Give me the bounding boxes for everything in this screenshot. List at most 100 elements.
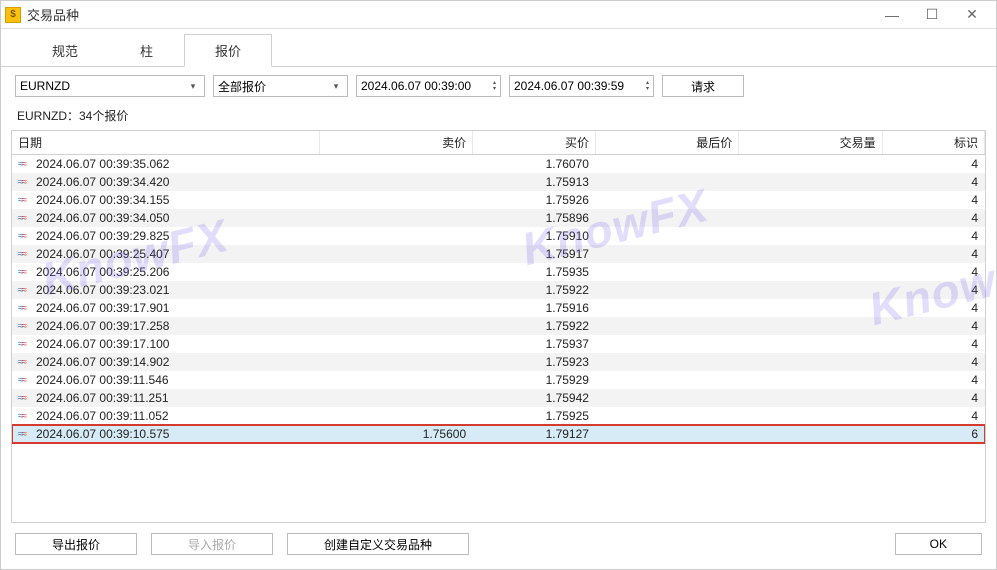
cell-vol: [739, 425, 882, 443]
table-row[interactable]: ≈≈2024.06.07 00:39:17.1001.759374: [12, 335, 985, 353]
datetime-to-input[interactable]: 2024.06.07 00:39:59 ▴▾: [509, 75, 654, 97]
cell-vol: [739, 353, 882, 371]
col-flag[interactable]: 标识: [882, 131, 984, 155]
cell-sell: [319, 299, 473, 317]
cell-vol: [739, 173, 882, 191]
col-volume[interactable]: 交易量: [739, 131, 882, 155]
cell-date: 2024.06.07 00:39:11.052: [36, 409, 169, 423]
cell-vol: [739, 299, 882, 317]
cell-flag: 4: [882, 389, 984, 407]
cell-sell: 1.75600: [319, 425, 473, 443]
cell-buy: 1.75913: [473, 173, 596, 191]
symbol-value: EURNZD: [20, 79, 70, 93]
datetime-from-value: 2024.06.07 00:39:00: [361, 79, 471, 93]
table-row[interactable]: ≈≈2024.06.07 00:39:25.2061.759354: [12, 263, 985, 281]
chevron-down-icon: ▾: [186, 81, 200, 92]
datetime-from-input[interactable]: 2024.06.07 00:39:00 ▴▾: [356, 75, 501, 97]
table-row[interactable]: ≈≈2024.06.07 00:39:14.9021.759234: [12, 353, 985, 371]
quote-icon: ≈≈: [18, 411, 32, 422]
quote-icon: ≈≈: [18, 375, 32, 386]
cell-date: 2024.06.07 00:39:34.155: [36, 193, 169, 207]
tab-bar[interactable]: 柱: [109, 34, 184, 67]
cell-vol: [739, 335, 882, 353]
table-row[interactable]: ≈≈2024.06.07 00:39:11.5461.759294: [12, 371, 985, 389]
quote-icon: ≈≈: [18, 321, 32, 332]
cell-buy: 1.75926: [473, 191, 596, 209]
cell-last: [595, 335, 738, 353]
cell-date: 2024.06.07 00:39:25.407: [36, 247, 169, 261]
quote-icon: ≈≈: [18, 429, 32, 440]
cell-buy: 1.75922: [473, 281, 596, 299]
table-row[interactable]: ≈≈2024.06.07 00:39:35.0621.760704: [12, 155, 985, 174]
cell-date: 2024.06.07 00:39:34.050: [36, 211, 169, 225]
cell-flag: 4: [882, 191, 984, 209]
cell-date: 2024.06.07 00:39:34.420: [36, 175, 169, 189]
cell-vol: [739, 317, 882, 335]
cell-sell: [319, 353, 473, 371]
cell-vol: [739, 209, 882, 227]
col-date[interactable]: 日期: [12, 131, 319, 155]
export-button[interactable]: 导出报价: [15, 533, 137, 555]
col-last[interactable]: 最后价: [595, 131, 738, 155]
cell-buy: 1.75896: [473, 209, 596, 227]
ok-button[interactable]: OK: [895, 533, 982, 555]
request-button[interactable]: 请求: [662, 75, 744, 97]
cell-vol: [739, 407, 882, 425]
table-row[interactable]: ≈≈2024.06.07 00:39:17.2581.759224: [12, 317, 985, 335]
cell-date: 2024.06.07 00:39:25.206: [36, 265, 169, 279]
quote-type-value: 全部报价: [218, 78, 266, 95]
create-custom-button[interactable]: 创建自定义交易品种: [287, 533, 469, 555]
cell-sell: [319, 155, 473, 174]
symbol-select[interactable]: EURNZD ▾: [15, 75, 205, 97]
cell-last: [595, 317, 738, 335]
tab-spec[interactable]: 规范: [21, 34, 109, 67]
table-row[interactable]: ≈≈2024.06.07 00:39:11.0521.759254: [12, 407, 985, 425]
cell-date: 2024.06.07 00:39:17.258: [36, 319, 169, 333]
cell-flag: 4: [882, 245, 984, 263]
cell-buy: 1.75923: [473, 353, 596, 371]
cell-flag: 4: [882, 155, 984, 174]
cell-vol: [739, 227, 882, 245]
table-row[interactable]: ≈≈2024.06.07 00:39:11.2511.759424: [12, 389, 985, 407]
table-row[interactable]: ≈≈2024.06.07 00:39:34.1551.759264: [12, 191, 985, 209]
cell-buy: 1.79127: [473, 425, 596, 443]
table-row[interactable]: ≈≈2024.06.07 00:39:34.0501.758964: [12, 209, 985, 227]
table-row[interactable]: ≈≈2024.06.07 00:39:29.8251.759104: [12, 227, 985, 245]
close-button[interactable]: ✕: [952, 3, 992, 27]
cell-buy: 1.75935: [473, 263, 596, 281]
cell-date: 2024.06.07 00:39:11.251: [36, 391, 169, 405]
minimize-button[interactable]: —: [872, 3, 912, 27]
cell-last: [595, 407, 738, 425]
maximize-button[interactable]: ☐: [912, 3, 952, 27]
table-row[interactable]: ≈≈2024.06.07 00:39:25.4071.759174: [12, 245, 985, 263]
table-row[interactable]: ≈≈2024.06.07 00:39:17.9011.759164: [12, 299, 985, 317]
cell-sell: [319, 227, 473, 245]
tab-quote[interactable]: 报价: [184, 34, 272, 67]
col-buy[interactable]: 买价: [473, 131, 596, 155]
cell-flag: 4: [882, 353, 984, 371]
app-icon: $: [5, 7, 21, 23]
import-button[interactable]: 导入报价: [151, 533, 273, 555]
cell-buy: 1.75922: [473, 317, 596, 335]
spinner-icon: ▴▾: [646, 80, 649, 92]
cell-flag: 4: [882, 335, 984, 353]
filter-bar: EURNZD ▾ 全部报价 ▾ 2024.06.07 00:39:00 ▴▾ 2…: [1, 67, 996, 105]
table-row[interactable]: ≈≈2024.06.07 00:39:10.5751.756001.791276: [12, 425, 985, 443]
quote-icon: ≈≈: [18, 267, 32, 278]
cell-buy: 1.75929: [473, 371, 596, 389]
table-row[interactable]: ≈≈2024.06.07 00:39:23.0211.759224: [12, 281, 985, 299]
window-title: 交易品种: [27, 5, 872, 24]
chevron-down-icon: ▾: [329, 81, 343, 92]
cell-buy: 1.75910: [473, 227, 596, 245]
cell-date: 2024.06.07 00:39:35.062: [36, 157, 169, 171]
quote-type-select[interactable]: 全部报价 ▾: [213, 75, 348, 97]
cell-vol: [739, 389, 882, 407]
cell-vol: [739, 155, 882, 174]
cell-vol: [739, 245, 882, 263]
table-row[interactable]: ≈≈2024.06.07 00:39:34.4201.759134: [12, 173, 985, 191]
quotes-table[interactable]: 日期 卖价 买价 最后价 交易量 标识 ≈≈2024.06.07 00:39:3…: [11, 130, 986, 523]
cell-last: [595, 299, 738, 317]
cell-last: [595, 227, 738, 245]
cell-last: [595, 173, 738, 191]
col-sell[interactable]: 卖价: [319, 131, 473, 155]
